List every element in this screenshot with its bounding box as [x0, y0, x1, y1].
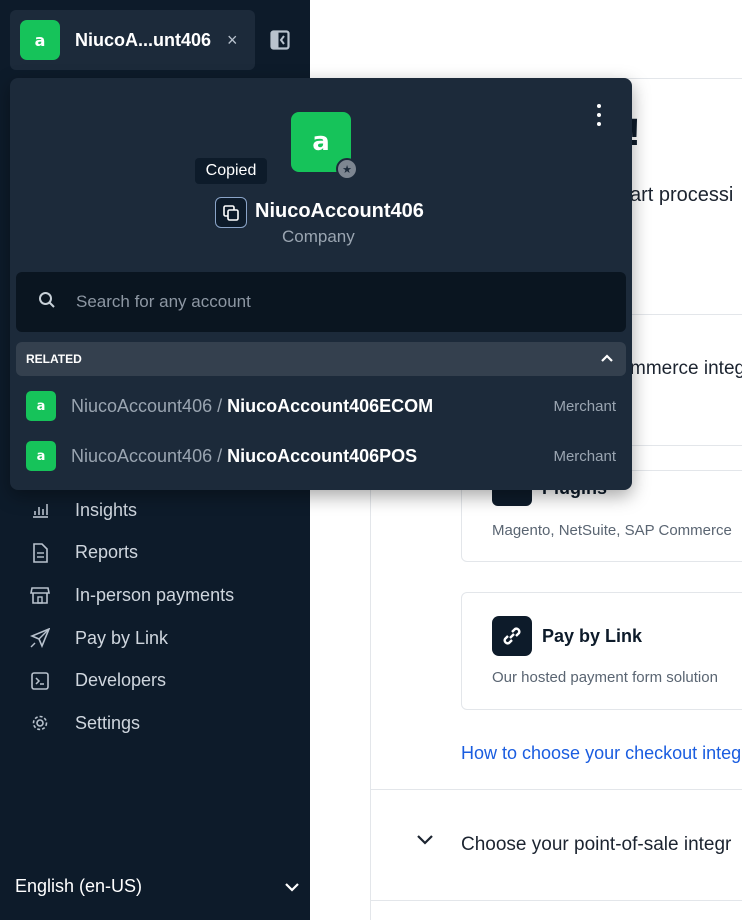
pay-by-link-title: Pay by Link	[542, 626, 643, 646]
child-account-name: NiucoAccount406POS	[227, 445, 418, 466]
sidebar-item-settings[interactable]: Settings	[0, 702, 310, 745]
sidebar-item-in-person-payments[interactable]: In-person payments	[0, 574, 310, 617]
gear-icon	[30, 713, 50, 733]
bar-chart-icon	[30, 500, 50, 520]
parent-account-name: NiucoAccount406	[71, 445, 213, 466]
sidebar-item-pay-by-link[interactable]: Pay by Link	[0, 617, 310, 660]
sidebar-item-label: Settings	[75, 712, 141, 733]
search-input[interactable]	[76, 292, 576, 312]
pay-by-link-description: Our hosted payment form solution	[492, 669, 718, 686]
account-name: NiucoAccount406	[255, 200, 424, 222]
path-separator: /	[212, 445, 228, 466]
account-switcher-chip[interactable]: a NiucoA...unt406 ×	[10, 10, 255, 70]
chevron-down-icon[interactable]	[416, 833, 434, 851]
link-icon	[492, 616, 532, 656]
collapse-sidebar-icon[interactable]	[270, 30, 290, 50]
chevron-up-icon[interactable]	[600, 350, 614, 368]
sidebar-item-developers[interactable]: Developers	[0, 659, 310, 702]
plugins-description: Magento, NetSuite, SAP Commerce	[492, 522, 732, 539]
divider	[370, 789, 742, 790]
account-chip-name: NiucoA...unt406	[75, 29, 212, 50]
close-icon[interactable]: ×	[227, 30, 238, 51]
pos-section-title[interactable]: Choose your point-of-sale integr	[461, 834, 731, 856]
more-options-icon[interactable]	[596, 104, 602, 126]
account-role: Merchant	[553, 447, 616, 465]
sidebar-item-insights[interactable]: Insights	[0, 489, 310, 532]
account-search[interactable]	[16, 272, 626, 332]
path-separator: /	[212, 395, 228, 416]
parent-account-name: NiucoAccount406	[71, 395, 213, 416]
sidebar-item-label: Developers	[75, 670, 167, 691]
account-path: NiucoAccount406 / NiucoAccount406ECOM	[71, 396, 553, 417]
copy-button[interactable]	[215, 197, 247, 228]
language-label: English (en-US)	[15, 876, 143, 896]
related-accounts-header[interactable]: RELATED	[16, 342, 626, 376]
star-icon: ★	[336, 158, 358, 180]
sidebar-nav: Insights Reports In-person payments Pay …	[0, 489, 310, 745]
sidebar-item-label: Reports	[75, 542, 139, 563]
account-switcher-popover: a ★ Copied NiucoAccount406 Company RELAT…	[10, 78, 632, 490]
sidebar-item-label: Pay by Link	[75, 627, 169, 648]
store-icon	[30, 585, 50, 605]
divider	[370, 900, 742, 901]
checkout-integration-link[interactable]: How to choose your checkout integ	[461, 743, 741, 764]
related-account-row[interactable]: a NiucoAccount406 / NiucoAccount406POS M…	[26, 441, 616, 471]
related-label: RELATED	[26, 352, 82, 366]
copied-tooltip: Copied	[195, 158, 267, 184]
sidebar-item-label: Insights	[75, 499, 138, 520]
paper-plane-icon	[30, 628, 50, 649]
terminal-icon	[30, 671, 50, 691]
account-logo-icon: a	[26, 391, 56, 421]
language-selector[interactable]: English (en-US)	[15, 876, 300, 897]
search-icon	[38, 291, 56, 314]
account-role: Merchant	[553, 397, 616, 415]
child-account-name: NiucoAccount406ECOM	[227, 395, 434, 416]
account-logo-icon: a	[26, 441, 56, 471]
sidebar-item-label: In-person payments	[75, 584, 235, 605]
chevron-down-icon	[284, 876, 300, 897]
intro-text: art processi	[630, 184, 734, 206]
sidebar-item-reports[interactable]: Reports	[0, 532, 310, 575]
account-logo-icon: a	[20, 20, 60, 60]
account-type: Company	[282, 227, 355, 246]
document-icon	[30, 543, 50, 563]
account-path: NiucoAccount406 / NiucoAccount406POS	[71, 446, 553, 467]
related-account-row[interactable]: a NiucoAccount406 / NiucoAccount406ECOM …	[26, 391, 616, 421]
ecommerce-section-title: mmerce integra	[630, 358, 742, 379]
